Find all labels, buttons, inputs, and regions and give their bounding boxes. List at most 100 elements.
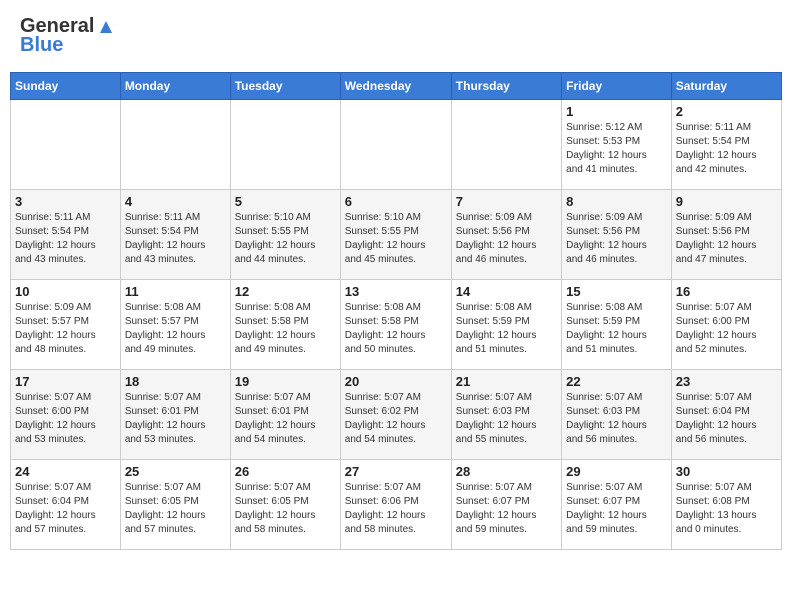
day-info: Sunrise: 5:07 AM Sunset: 6:00 PM Dayligh… — [15, 391, 116, 447]
calendar-header-row: SundayMondayTuesdayWednesdayThursdayFrid… — [11, 73, 782, 100]
day-info: Sunrise: 5:09 AM Sunset: 5:57 PM Dayligh… — [15, 301, 116, 357]
calendar-cell: 17 Sunrise: 5:07 AM Sunset: 6:00 PM Dayli… — [11, 370, 121, 460]
calendar-cell — [451, 100, 561, 190]
day-number: 22 — [566, 374, 667, 389]
day-info: Sunrise: 5:07 AM Sunset: 6:03 PM Dayligh… — [566, 391, 667, 447]
day-number: 26 — [235, 464, 336, 479]
day-number: 16 — [676, 284, 777, 299]
day-info: Sunrise: 5:07 AM Sunset: 6:03 PM Dayligh… — [456, 391, 557, 447]
day-number: 8 — [566, 194, 667, 209]
day-number: 13 — [345, 284, 447, 299]
day-info: Sunrise: 5:11 AM Sunset: 5:54 PM Dayligh… — [125, 211, 226, 267]
day-info: Sunrise: 5:09 AM Sunset: 5:56 PM Dayligh… — [456, 211, 557, 267]
calendar-cell: 5 Sunrise: 5:10 AM Sunset: 5:55 PM Daylig… — [230, 190, 340, 280]
calendar-cell: 10Sunrise: 5:09 AM Sunset: 5:57 PM Dayli… — [11, 280, 121, 370]
calendar-cell: 8 Sunrise: 5:09 AM Sunset: 5:56 PM Daylig… — [562, 190, 672, 280]
logo-blue-text: Blue — [20, 34, 63, 57]
day-number: 4 — [125, 194, 226, 209]
day-info: Sunrise: 5:11 AM Sunset: 5:54 PM Dayligh… — [676, 121, 777, 177]
day-number: 21 — [456, 374, 557, 389]
day-number: 19 — [235, 374, 336, 389]
calendar-cell: 25 Sunrise: 5:07 AM Sunset: 6:05 PM Dayli… — [120, 460, 230, 550]
day-info: Sunrise: 5:09 AM Sunset: 5:56 PM Dayligh… — [566, 211, 667, 267]
calendar-cell — [120, 100, 230, 190]
day-number: 27 — [345, 464, 447, 479]
day-number: 9 — [676, 194, 777, 209]
calendar-cell: 13Sunrise: 5:08 AM Sunset: 5:58 PM Dayli… — [340, 280, 451, 370]
calendar-cell: 14Sunrise: 5:08 AM Sunset: 5:59 PM Dayli… — [451, 280, 561, 370]
weekday-header: Friday — [562, 73, 672, 100]
day-number: 14 — [456, 284, 557, 299]
calendar-cell: 16Sunrise: 5:07 AM Sunset: 6:00 PM Dayli… — [671, 280, 781, 370]
calendar-cell — [230, 100, 340, 190]
calendar-cell: 4 Sunrise: 5:11 AM Sunset: 5:54 PM Daylig… — [120, 190, 230, 280]
day-number: 1 — [566, 104, 667, 119]
day-number: 7 — [456, 194, 557, 209]
day-info: Sunrise: 5:07 AM Sunset: 6:01 PM Dayligh… — [125, 391, 226, 447]
day-number: 29 — [566, 464, 667, 479]
day-number: 20 — [345, 374, 447, 389]
calendar-week-row: 1 Sunrise: 5:12 AM Sunset: 5:53 PM Daylig… — [11, 100, 782, 190]
day-info: Sunrise: 5:07 AM Sunset: 6:04 PM Dayligh… — [676, 391, 777, 447]
calendar-week-row: 17 Sunrise: 5:07 AM Sunset: 6:00 PM Dayli… — [11, 370, 782, 460]
day-number: 5 — [235, 194, 336, 209]
day-number: 18 — [125, 374, 226, 389]
calendar-week-row: 3 Sunrise: 5:11 AM Sunset: 5:54 PM Daylig… — [11, 190, 782, 280]
day-number: 6 — [345, 194, 447, 209]
day-info: Sunrise: 5:08 AM Sunset: 5:57 PM Dayligh… — [125, 301, 226, 357]
day-number: 25 — [125, 464, 226, 479]
weekday-header: Monday — [120, 73, 230, 100]
calendar-cell: 22 Sunrise: 5:07 AM Sunset: 6:03 PM Dayli… — [562, 370, 672, 460]
day-info: Sunrise: 5:10 AM Sunset: 5:55 PM Dayligh… — [345, 211, 447, 267]
calendar-cell: 20 Sunrise: 5:07 AM Sunset: 6:02 PM Dayli… — [340, 370, 451, 460]
day-info: Sunrise: 5:09 AM Sunset: 5:56 PM Dayligh… — [676, 211, 777, 267]
calendar-cell: 27Sunrise: 5:07 AM Sunset: 6:06 PM Dayli… — [340, 460, 451, 550]
day-info: Sunrise: 5:10 AM Sunset: 5:55 PM Dayligh… — [235, 211, 336, 267]
calendar-week-row: 10Sunrise: 5:09 AM Sunset: 5:57 PM Dayli… — [11, 280, 782, 370]
logo-triangle-icon — [96, 15, 116, 35]
calendar-cell: 18 Sunrise: 5:07 AM Sunset: 6:01 PM Dayli… — [120, 370, 230, 460]
calendar-cell: 9 Sunrise: 5:09 AM Sunset: 5:56 PM Daylig… — [671, 190, 781, 280]
day-number: 28 — [456, 464, 557, 479]
day-info: Sunrise: 5:08 AM Sunset: 5:59 PM Dayligh… — [566, 301, 667, 357]
calendar-cell: 24 Sunrise: 5:07 AM Sunset: 6:04 PM Dayli… — [11, 460, 121, 550]
day-info: Sunrise: 5:07 AM Sunset: 6:08 PM Dayligh… — [676, 481, 777, 537]
logo: General Blue — [20, 15, 116, 57]
day-number: 3 — [15, 194, 116, 209]
day-number: 12 — [235, 284, 336, 299]
calendar-cell: 2 Sunrise: 5:11 AM Sunset: 5:54 PM Daylig… — [671, 100, 781, 190]
day-number: 17 — [15, 374, 116, 389]
day-number: 24 — [15, 464, 116, 479]
weekday-header: Wednesday — [340, 73, 451, 100]
day-number: 2 — [676, 104, 777, 119]
weekday-header: Thursday — [451, 73, 561, 100]
day-number: 11 — [125, 284, 226, 299]
day-info: Sunrise: 5:07 AM Sunset: 6:02 PM Dayligh… — [345, 391, 447, 447]
day-info: Sunrise: 5:12 AM Sunset: 5:53 PM Dayligh… — [566, 121, 667, 177]
calendar-cell: 3 Sunrise: 5:11 AM Sunset: 5:54 PM Daylig… — [11, 190, 121, 280]
day-info: Sunrise: 5:07 AM Sunset: 6:05 PM Dayligh… — [235, 481, 336, 537]
calendar-cell: 19 Sunrise: 5:07 AM Sunset: 6:01 PM Dayli… — [230, 370, 340, 460]
calendar-cell: 11 Sunrise: 5:08 AM Sunset: 5:57 PM Dayli… — [120, 280, 230, 370]
calendar-cell: 7 Sunrise: 5:09 AM Sunset: 5:56 PM Daylig… — [451, 190, 561, 280]
weekday-header: Sunday — [11, 73, 121, 100]
weekday-header: Saturday — [671, 73, 781, 100]
calendar-cell: 6 Sunrise: 5:10 AM Sunset: 5:55 PM Daylig… — [340, 190, 451, 280]
day-info: Sunrise: 5:07 AM Sunset: 6:01 PM Dayligh… — [235, 391, 336, 447]
day-number: 23 — [676, 374, 777, 389]
calendar-cell — [11, 100, 121, 190]
day-info: Sunrise: 5:07 AM Sunset: 6:04 PM Dayligh… — [15, 481, 116, 537]
weekday-header: Tuesday — [230, 73, 340, 100]
page-header: General Blue — [10, 10, 782, 62]
day-number: 30 — [676, 464, 777, 479]
calendar-table: SundayMondayTuesdayWednesdayThursdayFrid… — [10, 72, 782, 550]
day-info: Sunrise: 5:11 AM Sunset: 5:54 PM Dayligh… — [15, 211, 116, 267]
calendar-cell: 1 Sunrise: 5:12 AM Sunset: 5:53 PM Daylig… — [562, 100, 672, 190]
calendar-cell: 21 Sunrise: 5:07 AM Sunset: 6:03 PM Dayli… — [451, 370, 561, 460]
day-info: Sunrise: 5:07 AM Sunset: 6:07 PM Dayligh… — [456, 481, 557, 537]
calendar-cell: 30 Sunrise: 5:07 AM Sunset: 6:08 PM Dayli… — [671, 460, 781, 550]
day-info: Sunrise: 5:07 AM Sunset: 6:07 PM Dayligh… — [566, 481, 667, 537]
day-info: Sunrise: 5:07 AM Sunset: 6:05 PM Dayligh… — [125, 481, 226, 537]
day-info: Sunrise: 5:08 AM Sunset: 5:58 PM Dayligh… — [235, 301, 336, 357]
calendar-cell: 12 Sunrise: 5:08 AM Sunset: 5:58 PM Dayli… — [230, 280, 340, 370]
